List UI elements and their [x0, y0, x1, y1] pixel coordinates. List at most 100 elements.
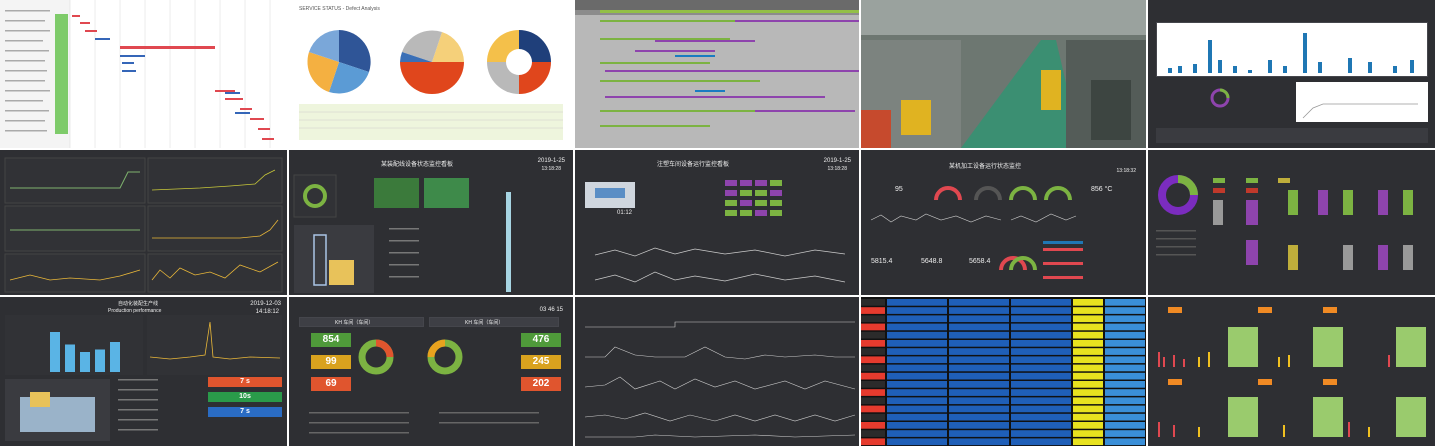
- assembly-graphics: [293, 174, 511, 293]
- status-cell: [887, 422, 947, 429]
- status-cell: [1011, 299, 1071, 306]
- line-monitor-tile: [0, 150, 287, 295]
- status-cell: [1011, 307, 1071, 314]
- pie-charts: [299, 30, 563, 140]
- status-cell: [1105, 381, 1145, 388]
- workshop-donuts: [309, 339, 539, 434]
- workshop-kpi-tile: 03 46 15 KH 车间（车间） KH 车间（车间） 854 99 69 4…: [289, 297, 573, 446]
- schedule-tile: [575, 0, 859, 148]
- injection-monitor-tile: 注塑车间设备运行监控看板 2019-1-25 13:18:28 01:12: [575, 150, 859, 295]
- status-cell: [861, 438, 885, 446]
- status-cell: [887, 323, 947, 331]
- status-cell: [861, 405, 885, 413]
- production-tile: 自动化装配生产线 Production performance 2019-12-…: [0, 297, 287, 446]
- status-cell: [1073, 413, 1103, 421]
- status-cell: [887, 307, 947, 314]
- status-cell: [861, 381, 885, 388]
- status-cell: [1073, 372, 1103, 380]
- status-cell: [949, 299, 1009, 306]
- orange-bars-tile: [1148, 297, 1435, 446]
- status-cell: [887, 397, 947, 405]
- status-cell: [1073, 315, 1103, 323]
- status-cell: [1105, 307, 1145, 314]
- status-cell: [949, 405, 1009, 413]
- schedule-chart: [575, 0, 859, 127]
- status-table: [861, 299, 1145, 446]
- status-cell: [1105, 372, 1145, 380]
- factory-photo: [861, 0, 1146, 148]
- status-grid-graphics: [1156, 175, 1413, 270]
- cycle-time-badge-2: 10s: [208, 392, 282, 402]
- bar-dashboard-tile: [1148, 0, 1435, 148]
- dashboard-mosaic: SERVICE STATUS - Defect Analysis 某装配线设备状…: [0, 0, 1435, 446]
- status-cell: [1073, 299, 1103, 306]
- factory-image: [861, 0, 1146, 148]
- status-cell: [861, 356, 885, 364]
- status-cell: [861, 299, 885, 306]
- status-cell: [1105, 340, 1145, 347]
- status-cell: [1105, 299, 1145, 306]
- status-cell: [1011, 438, 1071, 446]
- status-cell: [887, 315, 947, 323]
- status-cell: [949, 323, 1009, 331]
- status-cell: [861, 422, 885, 429]
- status-cell: [1011, 389, 1071, 396]
- status-cell: [949, 348, 1009, 355]
- status-cell: [887, 364, 947, 372]
- status-cell: [949, 340, 1009, 347]
- status-cell: [1011, 340, 1071, 347]
- status-cell: [861, 389, 885, 396]
- status-cell: [1073, 405, 1103, 413]
- status-cell: [949, 422, 1009, 429]
- status-cell: [861, 331, 885, 339]
- status-cell: [1105, 364, 1145, 372]
- status-cell: [887, 381, 947, 388]
- status-cell: [1011, 397, 1071, 405]
- status-cell: [1011, 364, 1071, 372]
- status-cell: [861, 397, 885, 405]
- status-cell: [1011, 372, 1071, 380]
- status-cell: [949, 413, 1009, 421]
- status-cell: [861, 364, 885, 372]
- machining-monitor-tile: 某机加工设备运行状态监控 13:18:32 95 856 °C 5815.4 5…: [861, 150, 1146, 295]
- status-cell: [1073, 307, 1103, 314]
- status-cell: [1105, 397, 1145, 405]
- status-cell: [1011, 413, 1071, 421]
- status-cell: [1105, 389, 1145, 396]
- status-cell: [949, 356, 1009, 364]
- status-cell: [1073, 381, 1103, 388]
- multi-line-charts: [584, 321, 856, 438]
- status-cell: [887, 389, 947, 396]
- production-bar-2: [65, 344, 75, 372]
- machining-gauges: [870, 186, 1083, 279]
- status-cell: [887, 340, 947, 347]
- status-cell: [1011, 356, 1071, 364]
- status-cell: [949, 381, 1009, 388]
- cycle-time-badge-1: 7 s: [208, 377, 282, 387]
- status-cell: [1073, 438, 1103, 446]
- status-cell: [949, 389, 1009, 396]
- gantt-tile: [0, 0, 287, 148]
- gantt-chart: [0, 0, 287, 148]
- orange-bars-charts: [1158, 307, 1426, 437]
- status-cell: [1073, 340, 1103, 347]
- status-cell: [949, 372, 1009, 380]
- status-cell: [887, 299, 947, 306]
- status-cell: [887, 430, 947, 437]
- status-cell: [1105, 405, 1145, 413]
- status-cell: [1011, 430, 1071, 437]
- status-cell: [1073, 364, 1103, 372]
- status-cell: [887, 413, 947, 421]
- multi-line-tile: [575, 297, 859, 446]
- status-table-tile: [861, 297, 1146, 446]
- status-cell: [887, 356, 947, 364]
- status-cell: [1105, 348, 1145, 355]
- status-cell: [1105, 356, 1145, 364]
- status-cell: [887, 405, 947, 413]
- status-cell: [1105, 430, 1145, 437]
- status-cell: [1105, 331, 1145, 339]
- status-cell: [861, 307, 885, 314]
- status-cell: [949, 438, 1009, 446]
- status-cell: [1073, 397, 1103, 405]
- report-title: SERVICE STATUS - Defect Analysis: [299, 6, 380, 12]
